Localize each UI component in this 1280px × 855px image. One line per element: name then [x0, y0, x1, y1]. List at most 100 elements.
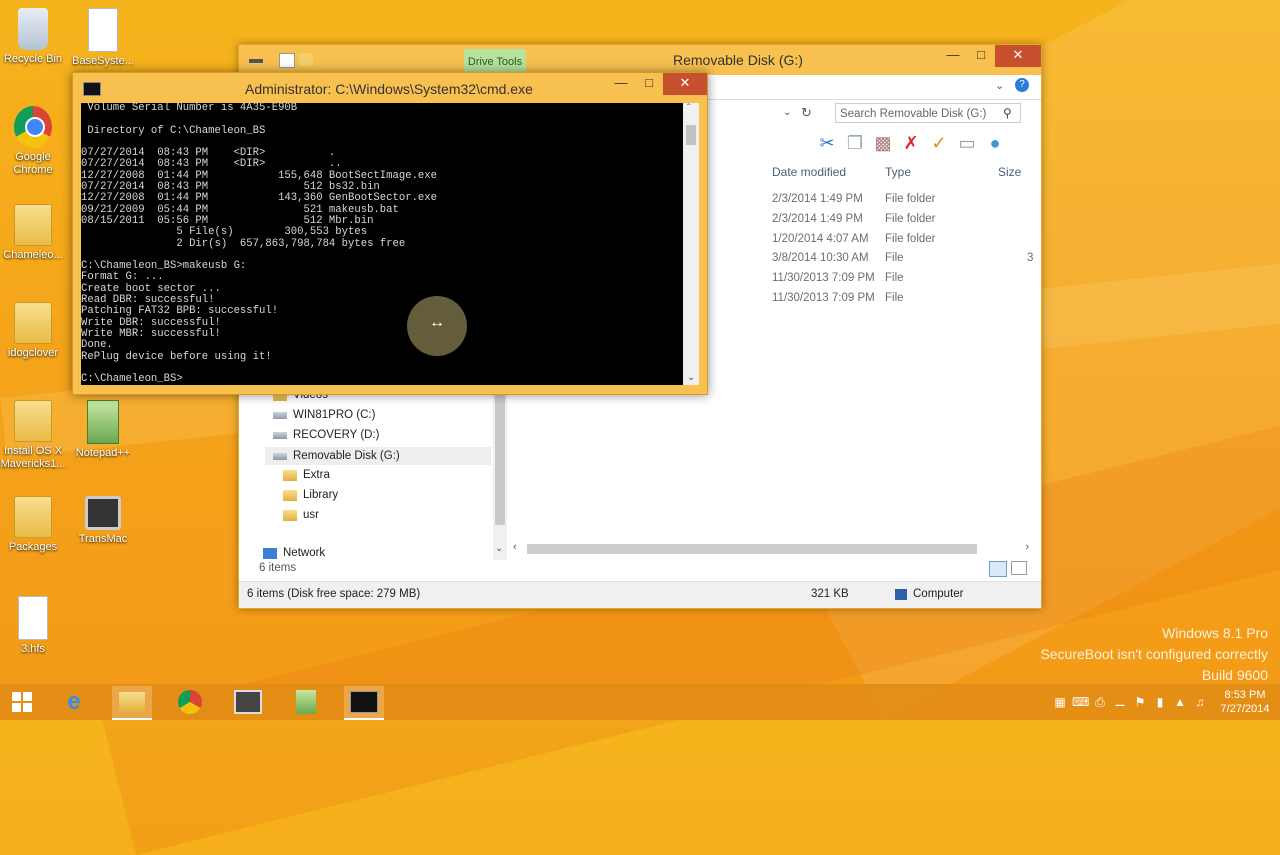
speaker-icon[interactable]: ♫	[1192, 694, 1208, 710]
row-date[interactable]: 2/3/2014 1:49 PM	[772, 193, 863, 205]
taskbar-internet-explorer[interactable]: e	[54, 686, 94, 718]
chevron-up-icon[interactable]: ˆ	[687, 103, 690, 114]
desktop-icon-install-os-x[interactable]: Install OS X Mavericks1...	[0, 400, 66, 471]
row-date[interactable]: 1/20/2014 4:07 AM	[772, 233, 869, 245]
nav-item-g-drive[interactable]: Removable Disk (G:)	[265, 447, 491, 465]
start-button[interactable]	[2, 686, 42, 718]
row-date[interactable]: 11/30/2013 7:09 PM	[772, 292, 875, 304]
details-view-icon[interactable]	[989, 561, 1007, 577]
explorer-titlebar[interactable]: Drive Tools Removable Disk (G:) — □ ✕	[239, 45, 1041, 75]
desktop-icon-3hfs[interactable]: 3.hfs	[0, 596, 66, 656]
internet-explorer-icon: e	[67, 688, 81, 715]
chevron-left-icon[interactable]: ‹	[513, 541, 517, 553]
column-date-modified[interactable]: Date modified	[772, 165, 846, 179]
file-explorer-icon	[119, 692, 145, 712]
system-menu-icon[interactable]	[249, 59, 263, 63]
nav-item-d-drive[interactable]: RECOVERY (D:)	[273, 429, 379, 441]
cmd-icon[interactable]	[83, 82, 101, 96]
chevron-down-icon[interactable]: ⌄	[495, 543, 503, 554]
folder-icon	[283, 489, 297, 501]
large-icons-view-icon[interactable]	[1011, 561, 1027, 575]
horizontal-scrollbar[interactable]: ‹ ›	[513, 541, 1029, 556]
chevron-down-icon[interactable]: ⌄	[687, 372, 695, 383]
row-date[interactable]: 2/3/2014 1:49 PM	[772, 213, 863, 225]
properties-icon[interactable]: ▭	[957, 133, 977, 153]
nav-item-library[interactable]: Library	[283, 489, 338, 501]
new-folder-icon[interactable]	[299, 53, 313, 66]
row-type[interactable]: File folder	[885, 233, 936, 245]
delete-icon[interactable]: ✗	[901, 133, 921, 153]
status-size: 321 KB	[811, 588, 849, 600]
desktop-icon-transmac[interactable]: TransMac	[70, 496, 136, 546]
taskbar-file-explorer[interactable]	[112, 686, 152, 720]
notepad-plus-icon	[296, 690, 316, 714]
chevron-down-icon[interactable]: ⌄	[783, 107, 791, 118]
desktop-icon-idogclover[interactable]: idogclover	[0, 302, 66, 360]
clock-date: 7/27/2014	[1220, 703, 1270, 715]
row-size[interactable]: 3	[1027, 252, 1033, 264]
keyboard-icon[interactable]: ⌨	[1072, 694, 1089, 710]
language-icon[interactable]: ▦	[1052, 694, 1068, 710]
maximize-button[interactable]: □	[635, 73, 663, 95]
copy-icon[interactable]: ❐	[845, 133, 865, 153]
nav-scrollbar[interactable]: ⌄	[493, 385, 507, 560]
clock[interactable]: 8:53 PM 7/27/2014	[1210, 688, 1280, 716]
desktop-icon-label: Install OS X Mavericks1...	[0, 445, 66, 470]
maximize-button[interactable]: □	[967, 45, 995, 67]
cut-icon[interactable]: ✂	[817, 133, 837, 153]
flag-icon[interactable]: ⚑	[1132, 694, 1148, 710]
minimize-button[interactable]: —	[607, 73, 635, 95]
row-date[interactable]: 11/30/2013 7:09 PM	[772, 272, 875, 284]
row-type[interactable]: File	[885, 252, 904, 264]
row-date[interactable]: 3/8/2014 10:30 AM	[772, 252, 869, 264]
nav-item-c-drive[interactable]: WIN81PRO (C:)	[273, 409, 375, 421]
refresh-icon[interactable]: ↻	[801, 105, 812, 121]
nav-item-usr[interactable]: usr	[283, 509, 319, 521]
notepad-plus-icon	[87, 400, 119, 444]
network-signal-icon[interactable]: ▲	[1172, 694, 1188, 710]
taskbar-transmac[interactable]	[228, 686, 268, 718]
nav-item-network[interactable]: Network	[263, 547, 325, 559]
console-scrollbar[interactable]: ˆ ⌄	[683, 103, 699, 385]
chevron-down-icon[interactable]: ⌄	[995, 79, 1004, 92]
console-output[interactable]: Volume Serial Number is 4A35-E90B Direct…	[81, 103, 683, 385]
nav-item-extra[interactable]: Extra	[283, 469, 330, 481]
chevron-right-icon[interactable]: ›	[1025, 541, 1029, 553]
nav-item-label: Library	[303, 489, 339, 501]
desktop-icon-label: Chameleo...	[3, 249, 63, 261]
row-type[interactable]: File folder	[885, 193, 936, 205]
help-icon[interactable]: ?	[1015, 78, 1029, 92]
desktop-icon-packages[interactable]: Packages	[0, 496, 66, 554]
usb-icon[interactable]: ⚊	[1112, 694, 1128, 710]
paste-icon[interactable]: ▩	[873, 133, 893, 153]
minimize-button[interactable]: —	[939, 45, 967, 67]
desktop-icon-notepad-plus[interactable]: Notepad++	[70, 400, 136, 460]
battery-icon[interactable]: ▮	[1152, 694, 1168, 710]
taskbar-chrome[interactable]	[170, 686, 210, 718]
taskbar-notepad-plus[interactable]	[286, 686, 326, 718]
rename-icon[interactable]: ✓	[929, 133, 949, 153]
folder-icon	[14, 302, 52, 344]
row-type[interactable]: File	[885, 272, 904, 284]
resize-cursor-icon: ↔	[429, 314, 445, 331]
mouse-cursor-highlight: ↔	[407, 296, 467, 356]
desktop-icon-recycle-bin[interactable]: Recycle Bin	[0, 8, 66, 66]
close-button[interactable]: ✕	[995, 45, 1041, 67]
taskbar-cmd[interactable]	[344, 686, 384, 720]
desktop-icon-chameleon[interactable]: Chameleo...	[0, 204, 66, 262]
column-type[interactable]: Type	[885, 165, 911, 179]
column-size[interactable]: Size	[998, 165, 1021, 179]
row-type[interactable]: File	[885, 292, 904, 304]
properties-icon[interactable]	[279, 53, 295, 68]
network-icon	[263, 547, 277, 559]
search-input[interactable]: Search Removable Disk (G:)	[835, 103, 1021, 123]
desktop-icon-label: Packages	[8, 541, 58, 553]
desktop-icon-basesystem[interactable]: BaseSyste...	[70, 8, 136, 68]
folder-icon	[283, 469, 297, 481]
search-icon[interactable]: ⚲	[1003, 106, 1012, 120]
row-type[interactable]: File folder	[885, 213, 936, 225]
globe-icon[interactable]: ●	[985, 133, 1005, 153]
desktop-icon-google-chrome[interactable]: Google Chrome	[0, 106, 66, 177]
printer-icon[interactable]: ⎙	[1092, 694, 1108, 710]
close-button[interactable]: ✕	[663, 73, 707, 95]
